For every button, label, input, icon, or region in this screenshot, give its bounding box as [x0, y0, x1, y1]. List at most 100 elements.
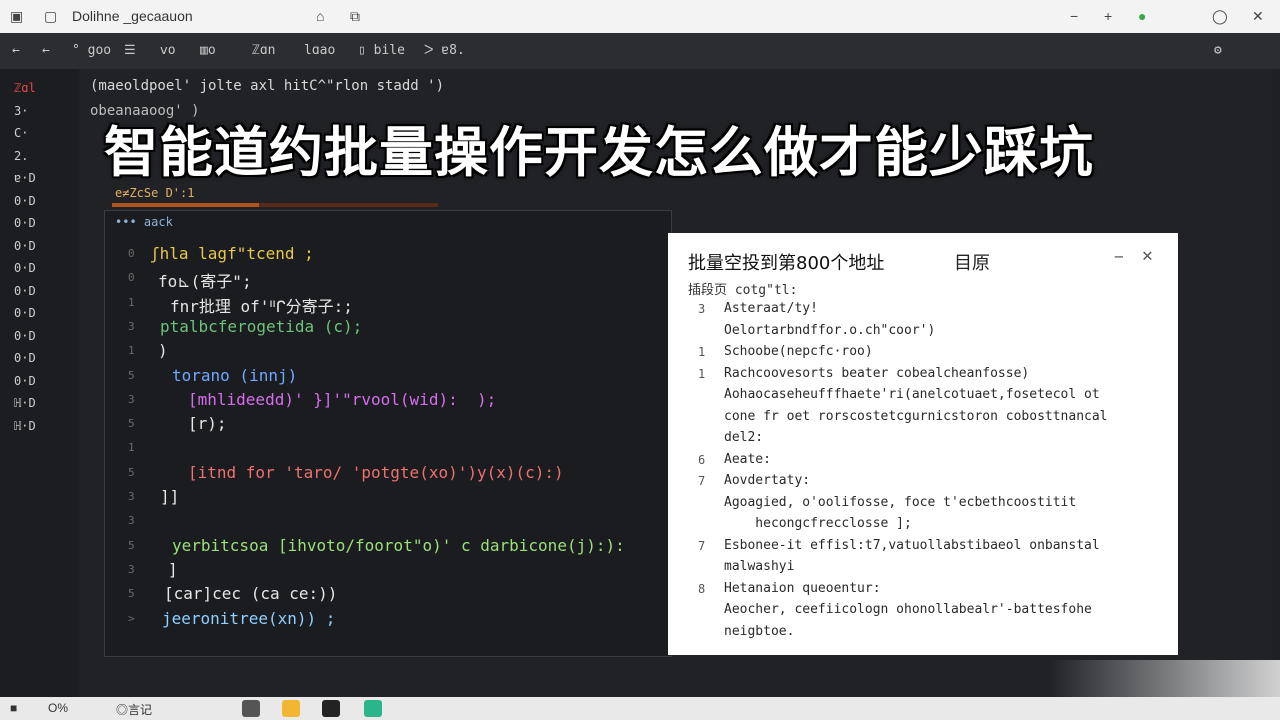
- code-line[interactable]: yerbitcsoa [ihvoto/foorot"o)' c darbicon…: [172, 536, 625, 555]
- progress-bar: [112, 203, 438, 207]
- dialog-title: 批量空投到第800个地址: [688, 253, 885, 274]
- line-number: 0·D: [14, 351, 36, 365]
- code-line-number: 3: [128, 319, 135, 333]
- dialog-line-number: 6: [698, 452, 706, 467]
- dialog-line: Asteraat/ty!: [724, 301, 818, 316]
- taskbar-item-status[interactable]: O%: [48, 701, 68, 715]
- code-line-number: 0: [128, 247, 135, 260]
- files-app-icon[interactable]: [282, 700, 300, 717]
- progress-fill: [112, 203, 259, 207]
- toolbar-item-go[interactable]: ° goo: [72, 43, 111, 58]
- code-line[interactable]: jeeronitree(xn)) ;: [162, 609, 335, 628]
- dialog-line-number: 1: [698, 345, 706, 359]
- line-number: 3·: [14, 103, 29, 118]
- dialog-line: Aeate:: [724, 451, 771, 467]
- line-number: 0·D: [14, 216, 36, 230]
- terminal-app-icon[interactable]: [364, 700, 382, 717]
- window-app-icon[interactable]: [242, 700, 260, 717]
- editor-app-icon[interactable]: [322, 700, 340, 717]
- toolbar-item-view[interactable]: ⅴo: [160, 43, 176, 58]
- code-line[interactable]: torano (innj): [172, 366, 297, 385]
- dialog-line-number: 7: [698, 538, 706, 553]
- code-line-number: 5: [128, 465, 135, 479]
- dialog-line: cone fr oet rorscostetcgurnicstoron cobo…: [724, 408, 1108, 424]
- tab-icon[interactable]: ▢: [44, 8, 57, 25]
- dialog-line: Esbonee-it effisl:t7,vatuollabstibaeol o…: [724, 537, 1100, 553]
- code-line[interactable]: fnr批理 of'ᐦᒋ分寄子:;: [170, 293, 353, 317]
- code-line[interactable]: [car]cec (ca ce:)): [164, 584, 337, 603]
- dialog-label: 插段页 cotg"tl:: [688, 283, 798, 298]
- dialog-line-number: 8: [698, 581, 706, 596]
- dialog-tab[interactable]: 目原: [954, 249, 990, 275]
- code-line[interactable]: ): [158, 341, 168, 360]
- code-line-number: 3: [128, 490, 135, 503]
- dialog-line: neigbtoe.: [724, 623, 795, 639]
- line-number: 0·D: [14, 261, 36, 275]
- code-line-number: 1: [128, 295, 135, 309]
- close-window-icon[interactable]: ✕: [1252, 8, 1264, 25]
- dialog-line: Agoagied, o'oolifosse, foce t'ecbethcoos…: [724, 494, 1077, 510]
- code-line[interactable]: ]: [168, 560, 178, 579]
- pin-icon[interactable]: ⌂: [316, 8, 324, 24]
- dialog-line-number: 1: [698, 366, 706, 381]
- window-title: Dolihne _gecaauon: [72, 8, 193, 24]
- status-dot-icon: ●: [1138, 8, 1147, 24]
- dialog-line-number: 7: [698, 474, 706, 488]
- line-number: ℍ·D: [14, 396, 36, 410]
- code-line[interactable]: [mhlideedd)' }]'"rvool(wid): );: [188, 390, 496, 409]
- start-icon[interactable]: ■: [10, 701, 17, 715]
- dialog-line: Aeocher, ceefiicologn ohonollabealr'-bat…: [724, 602, 1092, 617]
- line-number: 0·D: [14, 328, 36, 343]
- taskbar-item-notes[interactable]: ◎言记: [116, 701, 152, 718]
- code-line-number: 0: [128, 271, 135, 285]
- toolbar-item-layout[interactable]: ▥o: [200, 43, 216, 58]
- code-line[interactable]: [r);: [188, 414, 227, 433]
- settings-icon[interactable]: ⚙: [1214, 43, 1222, 58]
- code-line-number: >: [128, 611, 135, 625]
- toolbar-item-run[interactable]: ᐳ ɐ8.: [424, 43, 465, 58]
- code-line-number: 1: [128, 344, 135, 358]
- minimize-icon[interactable]: −: [1070, 8, 1078, 24]
- code-line[interactable]: [itnd for 'taro/ 'potgte(xo)')y(x)(c):): [188, 463, 564, 482]
- code-line[interactable]: fo⊾(寄子";: [158, 268, 252, 292]
- task-label: e≠ZcSe D':1: [115, 186, 195, 200]
- back-icon[interactable]: ←: [12, 43, 20, 58]
- dialog-line: Aovdertaty:: [724, 473, 811, 488]
- dialog-close-icon[interactable]: ✕: [1142, 245, 1153, 266]
- dialog-minimize-icon[interactable]: −: [1114, 247, 1124, 266]
- menu-icon[interactable]: ☰: [124, 43, 136, 58]
- dialog-line: Schoobe(nepcfc·roo): [724, 344, 873, 359]
- line-number: 0·D: [14, 238, 36, 253]
- airdrop-dialog: 批量空投到第800个地址 目原 − ✕ 插段页 cotg"tl: 3 Astera…: [668, 233, 1178, 655]
- line-number: C·: [14, 126, 29, 140]
- app-icon: ▣: [10, 8, 24, 24]
- code-line[interactable]: ʃhla lagf"tcend ;: [150, 244, 314, 263]
- code-line-number: 5: [128, 538, 135, 552]
- restore-tab-icon[interactable]: ⧉: [350, 8, 360, 25]
- line-number: 0·D: [14, 193, 36, 208]
- dialog-line: Oelortarbndffor.o.ch"coor'): [724, 322, 936, 338]
- overlay-headline: 智能道约批量操作开发怎么做才能少踩坑: [104, 121, 1094, 184]
- dialog-line: del2:: [724, 430, 764, 445]
- toolbar-item-file[interactable]: ▯ bile: [358, 43, 405, 58]
- taskbar: ■ O% ◎言记: [0, 697, 1280, 720]
- code-line[interactable]: ptalbcferogetida (c);: [160, 317, 362, 336]
- code-line[interactable]: ]]: [160, 487, 179, 506]
- line-number: ℍ·D: [14, 418, 36, 433]
- forward-icon[interactable]: ←: [42, 43, 50, 58]
- toolbar-item-zan[interactable]: ℤɑn: [252, 43, 275, 58]
- file-path-line: (maeoldpoel' jolte axl hitC^"rlon stadd …: [90, 78, 445, 94]
- code-panel-header: ••• aack: [115, 215, 173, 229]
- line-number: 0·D: [14, 283, 36, 298]
- dialog-line-number: 3: [698, 302, 706, 316]
- toolbar-item-lao[interactable]: lɑao: [304, 43, 335, 58]
- code-line-number: 3: [128, 514, 135, 528]
- maximize-icon[interactable]: ◯: [1212, 8, 1228, 25]
- title-bar: ▣ ▢ Dolihne _gecaauon ⌂ ⧉ − + ● ◯ ✕: [0, 0, 1280, 33]
- line-number: 0·D: [14, 373, 36, 388]
- line-number: 2.: [14, 148, 29, 163]
- add-icon[interactable]: +: [1104, 8, 1112, 24]
- code-line-number: 5: [128, 368, 135, 382]
- code-line-number: 3: [128, 392, 135, 406]
- code-line-number: 1: [128, 441, 135, 455]
